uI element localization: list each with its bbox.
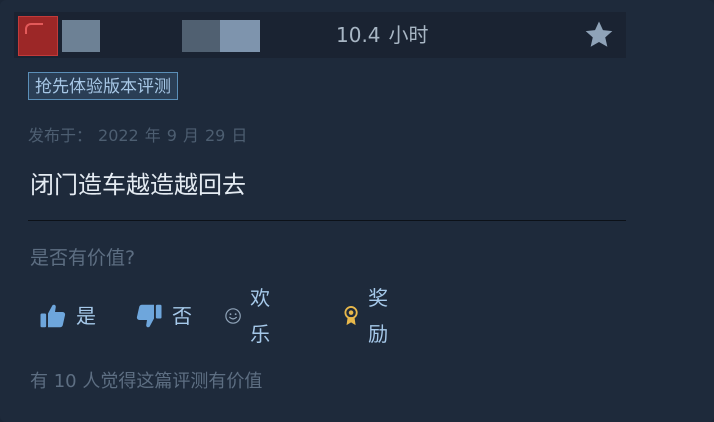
posted-month-unit: 月: [182, 126, 199, 145]
thumbs-down-icon: [136, 304, 162, 328]
redacted-username-block: [182, 20, 220, 52]
vote-no-button[interactable]: 否: [134, 298, 192, 334]
posted-year: 2022: [98, 126, 139, 145]
redacted-username-block: [220, 20, 260, 52]
thumbs-up-icon: [40, 304, 66, 328]
vote-yes-button[interactable]: 是: [38, 298, 96, 334]
helpful-prompt: 是否有价值?: [30, 247, 136, 269]
award-button[interactable]: 奖励: [342, 286, 396, 346]
smiley-icon: [225, 308, 241, 324]
posted-day-unit: 日: [231, 126, 248, 145]
helpful-count: 有 10 人觉得这篇评测有价值: [30, 371, 263, 392]
avatar[interactable]: [18, 16, 58, 56]
vote-funny-label: 欢乐: [250, 286, 271, 346]
vote-yes-label: 是: [76, 304, 96, 328]
star-icon[interactable]: [582, 18, 616, 52]
playtime-unit: 小时: [388, 23, 429, 47]
divider: [28, 220, 626, 221]
posted-date: 发布于： 2022 年 9 月 29 日: [28, 124, 253, 148]
posted-year-unit: 年: [144, 126, 161, 145]
review-card: 10.4 小时 抢先体验版本评测 发布于： 2022 年 9 月 29 日 闭门造车越造越回去…: [0, 0, 714, 422]
posted-month: 9: [166, 126, 177, 145]
posted-day: 29: [204, 126, 226, 145]
posted-label: 发布于：: [28, 126, 93, 145]
playtime-value: 10.4: [336, 23, 381, 47]
playtime-hours: 10.4 小时: [336, 21, 429, 49]
vote-funny-button[interactable]: 欢乐: [224, 286, 278, 346]
avatar-mark: [25, 23, 43, 34]
early-access-badge: 抢先体验版本评测: [28, 72, 178, 100]
redacted-username-block: [62, 20, 100, 52]
vote-no-label: 否: [172, 304, 192, 328]
award-medal-icon: [344, 306, 358, 326]
award-label: 奖励: [368, 286, 389, 346]
review-header: 10.4 小时: [14, 12, 626, 58]
review-text: 闭门造车越造越回去: [30, 171, 246, 199]
